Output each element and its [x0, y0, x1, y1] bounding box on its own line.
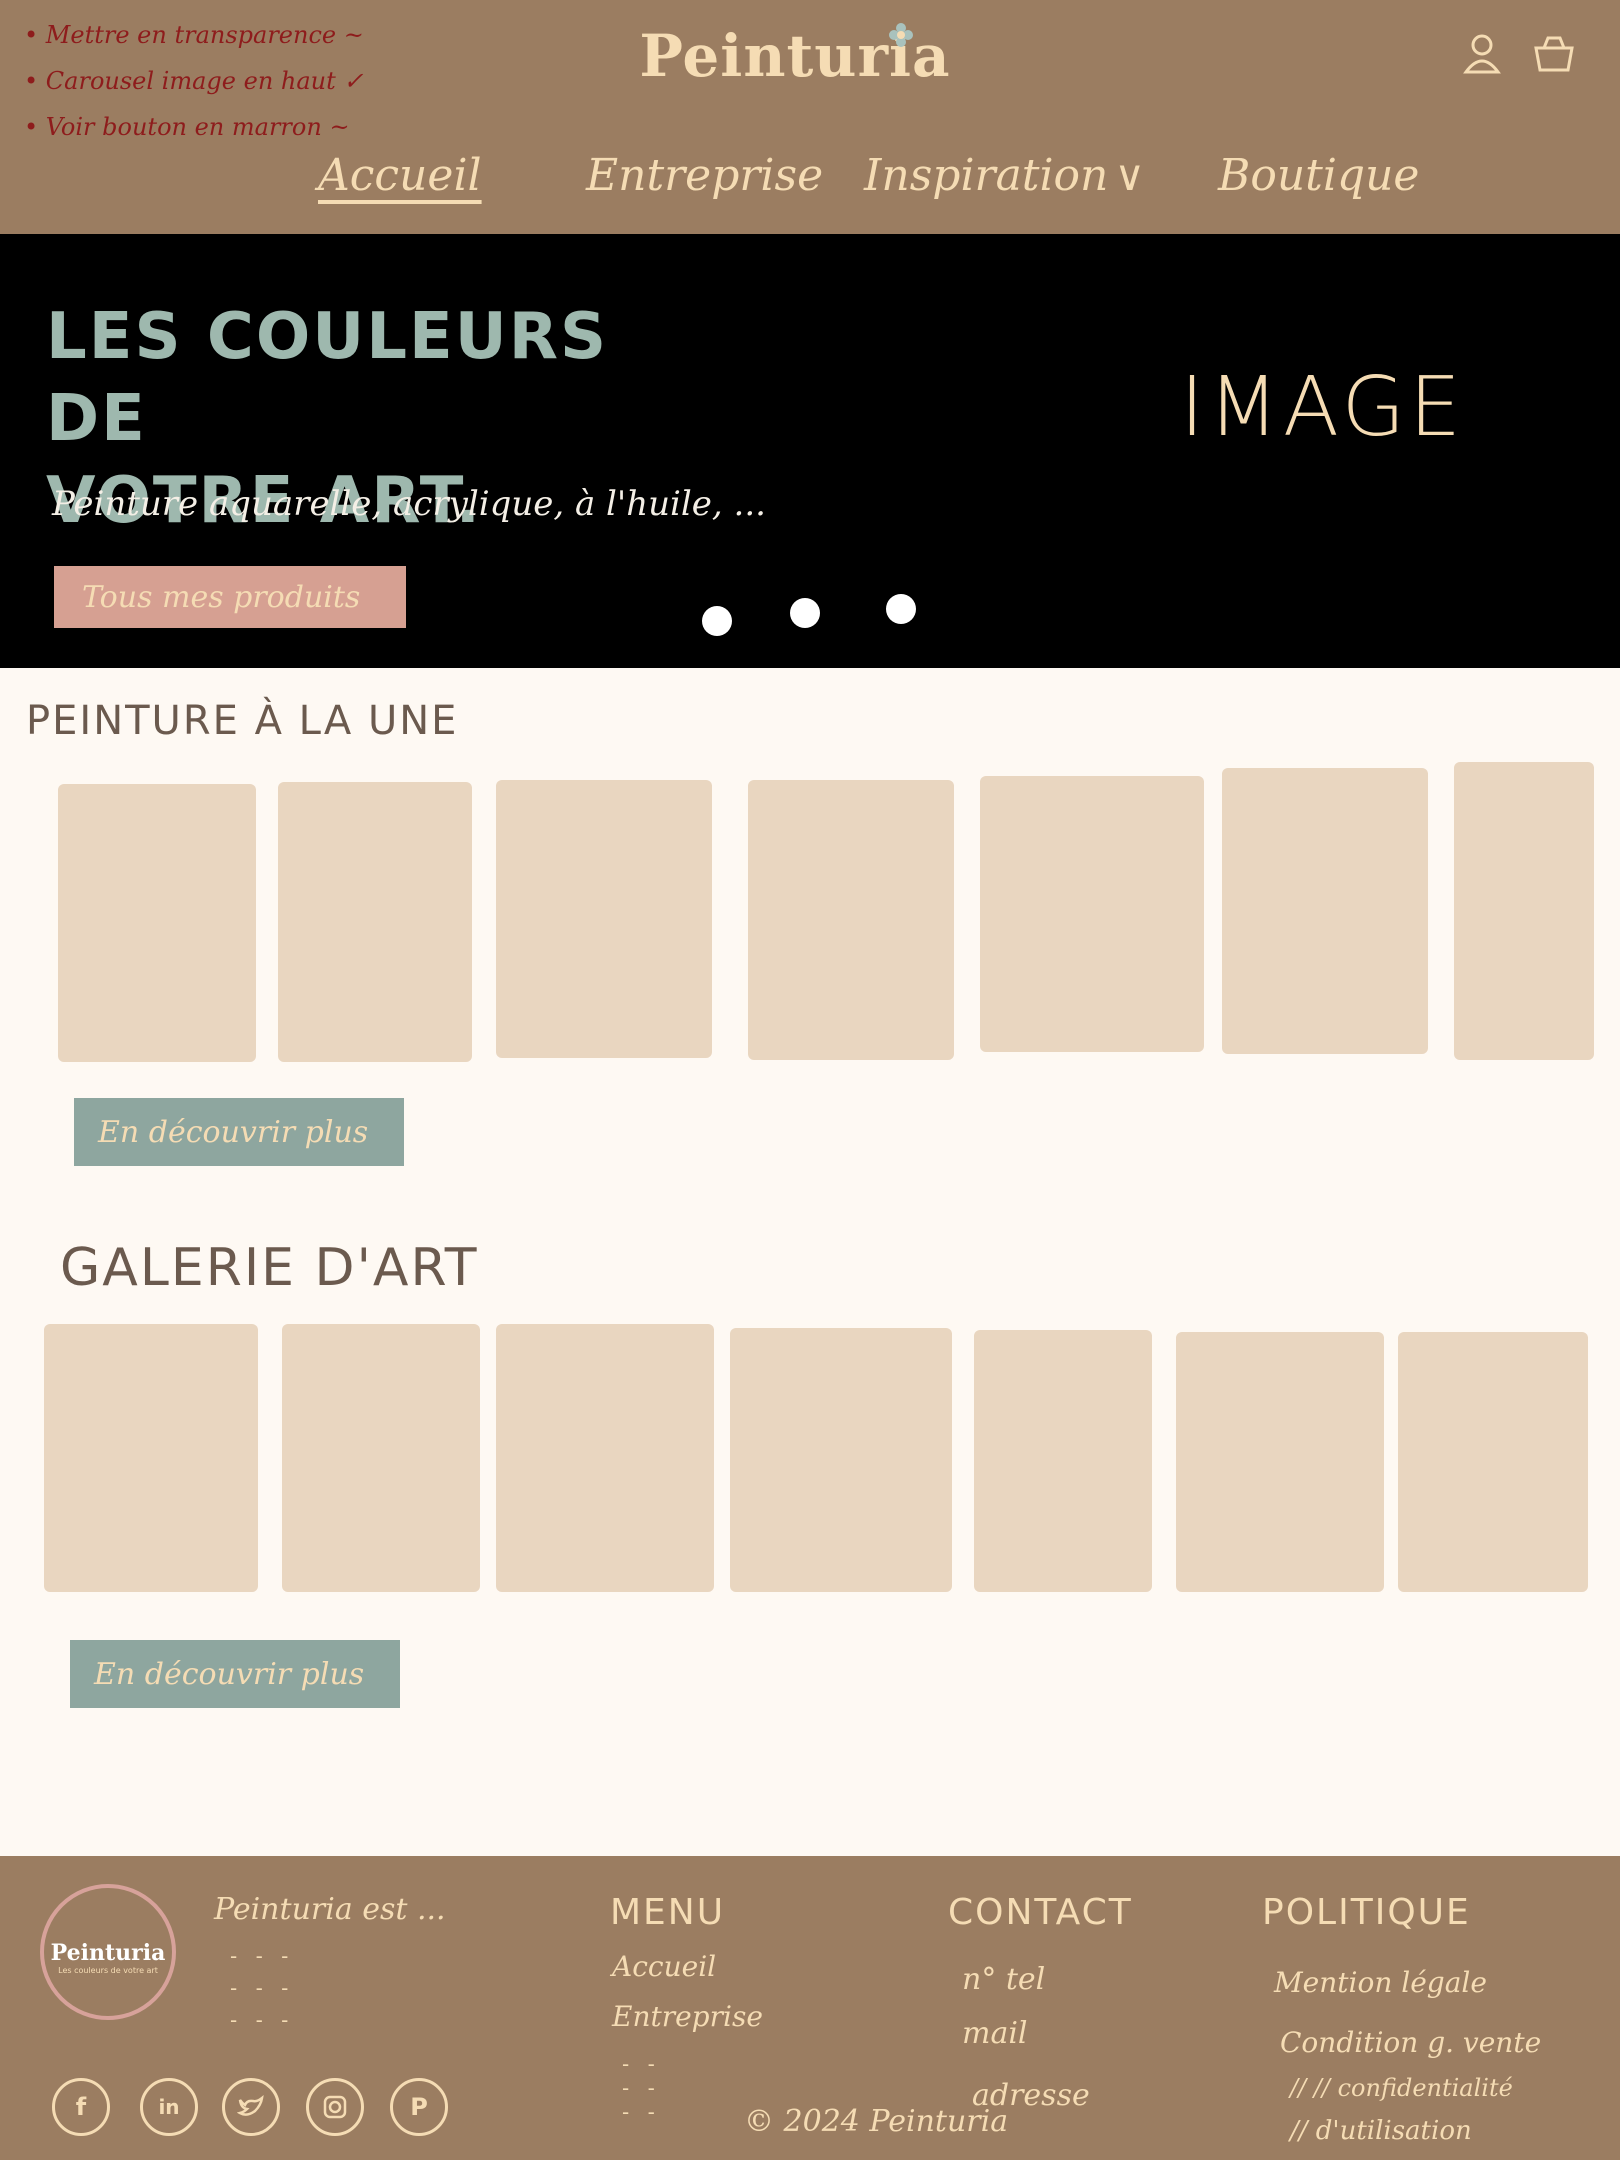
twitter-icon[interactable] — [222, 2078, 280, 2136]
gallery-more-button[interactable]: En découvrir plus — [70, 1640, 400, 1708]
placeholder-line: - - — [622, 2076, 661, 2100]
gallery-section-title: GALERIE D'ART — [60, 1238, 479, 1298]
nav-inspiration[interactable]: Inspiration ∨ — [864, 150, 1145, 201]
carousel-dot-2[interactable] — [790, 598, 820, 628]
featured-card[interactable] — [980, 776, 1204, 1052]
gallery-card[interactable] — [1398, 1332, 1588, 1592]
gallery-card[interactable] — [730, 1328, 952, 1592]
note-item: Mettre en transparence ~ — [24, 12, 444, 58]
note-item: Carousel image en haut ✓ — [24, 58, 444, 104]
sketch-notes: Mettre en transparence ~ Carousel image … — [24, 12, 444, 150]
footer-logo[interactable]: Peinturia — [40, 1940, 176, 1966]
shopping-basket-icon[interactable] — [1530, 30, 1578, 78]
footer-policy-terms[interactable]: // d'utilisation — [1290, 2116, 1472, 2146]
placeholder-line: - - — [622, 2100, 661, 2124]
footer-policy-cgv[interactable]: Condition g. vente — [1280, 2026, 1541, 2059]
bird-glyph — [237, 2095, 264, 2116]
placeholder-line: - - — [622, 2052, 661, 2076]
nav-inspiration-label: Inspiration — [864, 150, 1109, 201]
copyright-text: © 2024 Peinturia — [744, 2104, 1009, 2139]
featured-card[interactable] — [1454, 762, 1594, 1060]
featured-card[interactable] — [278, 782, 472, 1062]
brand-logo[interactable]: Peinturia — [610, 22, 980, 90]
linkedin-icon[interactable]: in — [140, 2078, 198, 2136]
footer-contact-title: CONTACT — [948, 1892, 1133, 1933]
all-products-button[interactable]: Tous mes produits — [54, 566, 406, 628]
footer-tagline: Les couleurs de votre art — [58, 1966, 158, 1975]
camera-glyph — [323, 2095, 347, 2119]
hero-image-placeholder: IMAGE — [1180, 360, 1465, 455]
gallery-card[interactable] — [282, 1324, 480, 1592]
gallery-card[interactable] — [1176, 1332, 1384, 1592]
placeholder-line: - - - — [230, 2008, 295, 2032]
featured-card[interactable] — [496, 780, 712, 1058]
footer-policy-title: POLITIQUE — [1262, 1892, 1471, 1933]
featured-card[interactable] — [58, 784, 256, 1062]
flower-icon — [889, 23, 913, 47]
featured-section-title: PEINTURE À LA UNE — [26, 698, 459, 744]
footer-policy-privacy[interactable]: // // confidentialité — [1290, 2074, 1513, 2102]
footer-about: Peinturia est ... — [214, 1892, 446, 1927]
footer-policy-legal[interactable]: Mention légale — [1274, 1966, 1487, 1999]
pinterest-icon[interactable]: P — [390, 2078, 448, 2136]
facebook-icon[interactable]: f — [52, 2078, 110, 2136]
instagram-icon[interactable] — [306, 2078, 364, 2136]
footer-menu-title: MENU — [610, 1892, 726, 1933]
footer-contact-mail[interactable]: mail — [962, 2016, 1028, 2051]
carousel-dot-1[interactable] — [702, 606, 732, 636]
gallery-card[interactable] — [974, 1330, 1152, 1592]
footer-link-entreprise[interactable]: Entreprise — [612, 2000, 763, 2033]
placeholder-line: - - - — [230, 1944, 295, 1968]
featured-card[interactable] — [748, 780, 954, 1060]
hero-subtitle: Peinture aquarelle, acrylique, à l'huile… — [52, 484, 766, 524]
footer-contact-phone[interactable]: n° tel — [962, 1962, 1045, 1997]
nav-boutique[interactable]: Boutique — [1218, 150, 1419, 201]
user-account-icon[interactable] — [1458, 30, 1506, 78]
nav-accueil[interactable]: Accueil — [318, 150, 482, 201]
featured-card[interactable] — [1222, 768, 1428, 1054]
nav-entreprise[interactable]: Entreprise — [586, 150, 823, 201]
carousel-dot-3[interactable] — [886, 594, 916, 624]
featured-more-button[interactable]: En découvrir plus — [74, 1098, 404, 1166]
chevron-down-icon: ∨ — [1114, 151, 1146, 200]
gallery-card[interactable] — [496, 1324, 714, 1592]
footer-link-accueil[interactable]: Accueil — [612, 1950, 716, 1983]
gallery-card[interactable] — [44, 1324, 258, 1592]
hero-title-line: LES COULEURS DE — [46, 300, 609, 456]
placeholder-line: - - - — [230, 1976, 295, 2000]
note-item: Voir bouton en marron ~ — [24, 104, 444, 150]
